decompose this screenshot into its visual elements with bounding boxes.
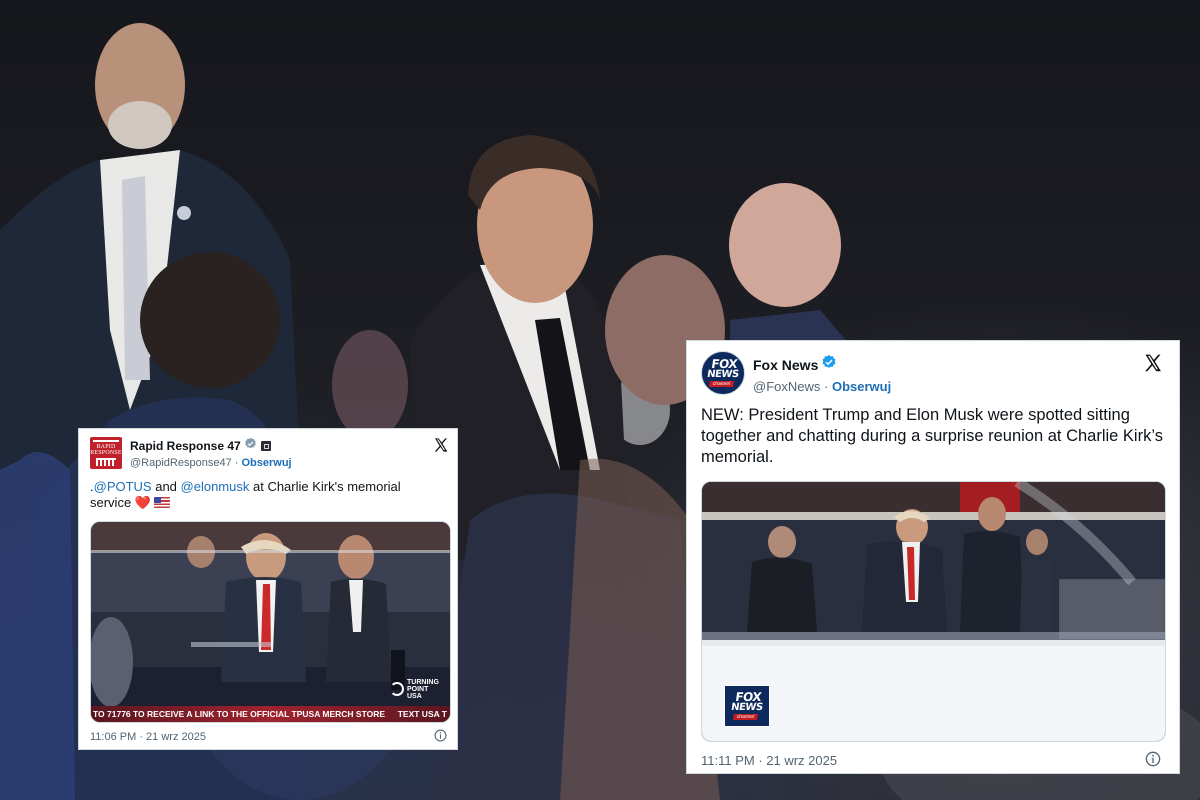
verified-icon	[821, 354, 837, 375]
tweet-card-fox-news[interactable]: FOX NEWS channel Fox News @FoxNews · Obs…	[686, 340, 1180, 774]
follow-button[interactable]: Obserwuj	[832, 379, 891, 394]
tweet-media-video[interactable]: FOX NEWS channel	[701, 481, 1166, 742]
mention-potus-link[interactable]: @POTUS	[94, 479, 152, 494]
affiliate-badge-icon	[260, 441, 271, 451]
name-row: Rapid Response 47	[130, 437, 292, 455]
tpusa-logo-icon	[390, 682, 404, 696]
avatar[interactable]: FOX NEWS channel	[701, 351, 745, 395]
separator-dot: ·	[824, 379, 832, 394]
timestamp-link[interactable]: 11:06 PM · 21 wrz 2025	[90, 731, 206, 743]
timestamp-link[interactable]: 11:11 PM · 21 wrz 2025	[701, 753, 837, 768]
tweet-text: .@POTUS and @elonmusk at Charlie Kirk's …	[90, 479, 440, 511]
avatar-stripe	[93, 440, 119, 442]
video-frame	[702, 482, 1165, 741]
turning-point-watermark: TURNING POINT USA	[390, 678, 439, 700]
handle[interactable]: @RapidResponse47	[130, 457, 232, 469]
ticker-text-left: TO 71776 TO RECEIVE A LINK TO THE OFFICI…	[93, 709, 386, 719]
x-logo-icon[interactable]	[1143, 353, 1163, 373]
tweet-card-rapid-response[interactable]: RAPID RESPONSE Rapid Response 47 @RapidR…	[78, 428, 458, 750]
tpusa-text: TURNING POINT USA	[407, 678, 439, 700]
us-flag-icon	[153, 497, 170, 508]
fox-news-logo-icon: FOX NEWS channel	[702, 352, 744, 394]
author-info: Fox News @FoxNews · Obserwuj	[753, 354, 891, 394]
fox-logo-line2: NEWS	[706, 369, 740, 380]
heart-emoji-icon: ❤️	[134, 495, 151, 510]
info-icon[interactable]	[434, 729, 447, 742]
x-logo-icon[interactable]	[433, 437, 449, 453]
verified-icon	[244, 437, 257, 455]
fox-logo-line3: channel	[709, 381, 734, 387]
display-name[interactable]: Rapid Response 47	[130, 439, 241, 453]
tweet-media-video[interactable]: TURNING POINT USA TO 71776 TO RECEIVE A …	[90, 521, 451, 723]
fox-wm-line3: channel	[733, 714, 758, 720]
handle[interactable]: @FoxNews	[753, 379, 820, 394]
avatar[interactable]: RAPID RESPONSE	[90, 437, 122, 469]
text-connector: and	[151, 479, 181, 494]
avatar-logo-text: RAPID RESPONSE	[90, 444, 122, 456]
ticker-text-right: TEXT USA T	[397, 709, 447, 719]
handle-row: @RapidResponse47 · Obserwuj	[130, 457, 292, 469]
handle-row: @FoxNews · Obserwuj	[753, 379, 891, 394]
follow-button[interactable]: Obserwuj	[241, 457, 291, 469]
white-house-icon	[96, 458, 116, 466]
author-info: Rapid Response 47 @RapidResponse47 · Obs…	[130, 437, 292, 469]
fox-news-watermark: FOX NEWS channel	[724, 685, 770, 727]
tweet-text: NEW: President Trump and Elon Musk were …	[701, 406, 1163, 466]
display-name[interactable]: Fox News	[753, 357, 818, 373]
tweet-header: RAPID RESPONSE Rapid Response 47 @RapidR…	[90, 437, 292, 469]
name-row: Fox News	[753, 354, 891, 375]
fox-watermark-logo-icon: FOX NEWS channel	[722, 686, 772, 726]
news-ticker: TO 71776 TO RECEIVE A LINK TO THE OFFICI…	[91, 706, 450, 722]
tweet-header: FOX NEWS channel Fox News @FoxNews · Obs…	[701, 351, 891, 395]
info-icon[interactable]	[1145, 751, 1161, 767]
fox-wm-line2: NEWS	[730, 702, 764, 713]
mention-elonmusk-link[interactable]: @elonmusk	[181, 479, 250, 494]
